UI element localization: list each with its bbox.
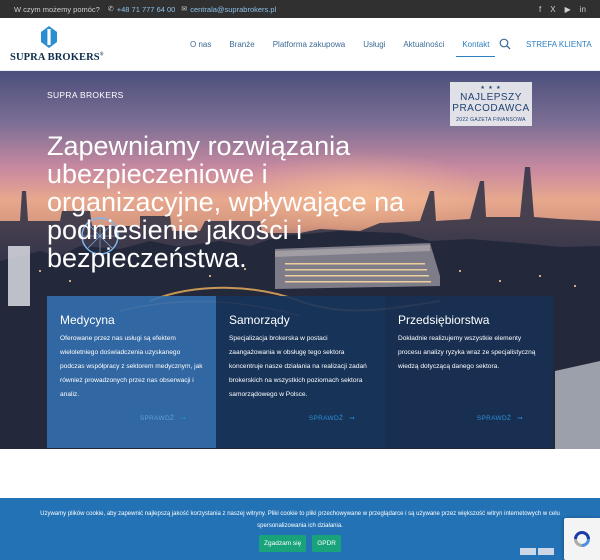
linkedin-icon[interactable]: in (580, 5, 586, 14)
nav-item-branze[interactable]: Branże (229, 18, 254, 71)
email-address: centrala@suprabrokers.pl (190, 4, 277, 14)
recaptcha-icon (574, 531, 590, 547)
youtube-icon[interactable]: ▶ (565, 5, 571, 14)
arrow-right-icon: ➞ (517, 415, 523, 422)
arrow-right-icon: ➞ (180, 415, 186, 422)
x-twitter-icon[interactable]: X (550, 5, 555, 14)
envelope-icon: ✉ (181, 6, 188, 13)
phone-number: +48 71 777 64 00 (116, 4, 176, 14)
hero-headline: Zapewniamy rozwiązania ubezpieczeniowe i… (47, 131, 405, 273)
logo[interactable]: SUPRA BROKERS® (10, 26, 103, 66)
award-stars-icon: ★ ★ ★ (480, 85, 502, 91)
arrow-right-icon: ➞ (349, 415, 355, 422)
site-header: SUPRA BROKERS® O nas Branże Platforma za… (0, 18, 600, 71)
phone-icon: ✆ (107, 6, 114, 13)
nav-item-kontakt[interactable]: Kontakt (456, 18, 496, 71)
logo-text: SUPRA BROKERS® (10, 52, 104, 63)
client-zone-link[interactable]: STREFA KLIENTA (526, 18, 592, 71)
card-przedsiebiorstwa[interactable]: Przedsiębiorstwa Dokładnie realizujemy w… (385, 296, 553, 448)
card-text: Dokładnie realizujemy wszystkie elementy… (398, 335, 536, 370)
award-line-1: NAJLEPSZY (460, 92, 522, 103)
award-line-3: 2022 GAZETA FINANSOWA (456, 117, 526, 123)
phone-link[interactable]: ✆ +48 71 777 64 00 (108, 5, 175, 14)
card-title: Samorządy (229, 313, 290, 327)
card-samorzady[interactable]: Samorządy Specjalizacja brokerska w post… (216, 296, 385, 448)
card-text: Oferowane przez nas usługi są efektem wi… (60, 335, 203, 398)
card-text: Specjalizacja brokerska w postaci zaanga… (229, 335, 367, 398)
search-icon[interactable] (499, 38, 511, 50)
facebook-icon[interactable]: f (539, 5, 541, 14)
card-more-link[interactable]: SPRAWDŹ ➞ (477, 414, 523, 422)
nav-item-uslugi[interactable]: Usługi (363, 18, 385, 71)
gdpr-button[interactable]: GPDR (312, 535, 341, 552)
cookie-banner: Używamy plików cookie, aby zapewnić najl… (0, 498, 600, 560)
help-question: W czym możemy pomóc? (14, 4, 100, 14)
email-link[interactable]: ✉ centrala@suprabrokers.pl (181, 5, 276, 14)
award-line-2: PRACODAWCA (452, 103, 530, 114)
language-flags[interactable] (520, 548, 554, 555)
card-more-link[interactable]: SPRAWDŹ ➞ (309, 414, 355, 422)
card-medycyna[interactable]: Medycyna Oferowane przez nas usługi są e… (47, 296, 216, 448)
recaptcha-badge[interactable] (564, 518, 600, 560)
card-more-link[interactable]: SPRAWDŹ ➞ (140, 414, 186, 422)
nav-item-o-nas[interactable]: O nas (190, 18, 211, 71)
award-badge: ★ ★ ★ NAJLEPSZY PRACODAWCA 2022 GAZETA F… (450, 82, 532, 126)
social-links: f X ▶ in (539, 5, 586, 14)
accept-cookies-button[interactable]: Zgadzam się (259, 535, 307, 552)
logo-mark-icon (41, 26, 57, 48)
card-title: Medycyna (60, 313, 115, 327)
main-nav: O nas Branże Platforma zakupowa Usługi A… (190, 18, 507, 71)
hero-brand-label: SUPRA BROKERS (47, 90, 124, 100)
top-bar: W czym możemy pomóc? ✆ +48 71 777 64 00 … (0, 0, 600, 18)
cookie-buttons: Zgadzam się GPDR (0, 535, 600, 552)
cookie-text: Używamy plików cookie, aby zapewnić najl… (40, 511, 560, 529)
nav-item-aktualnosci[interactable]: Aktualności (403, 18, 444, 71)
nav-item-platforma-zakupowa[interactable]: Platforma zakupowa (273, 18, 345, 71)
card-title: Przedsiębiorstwa (398, 313, 490, 327)
